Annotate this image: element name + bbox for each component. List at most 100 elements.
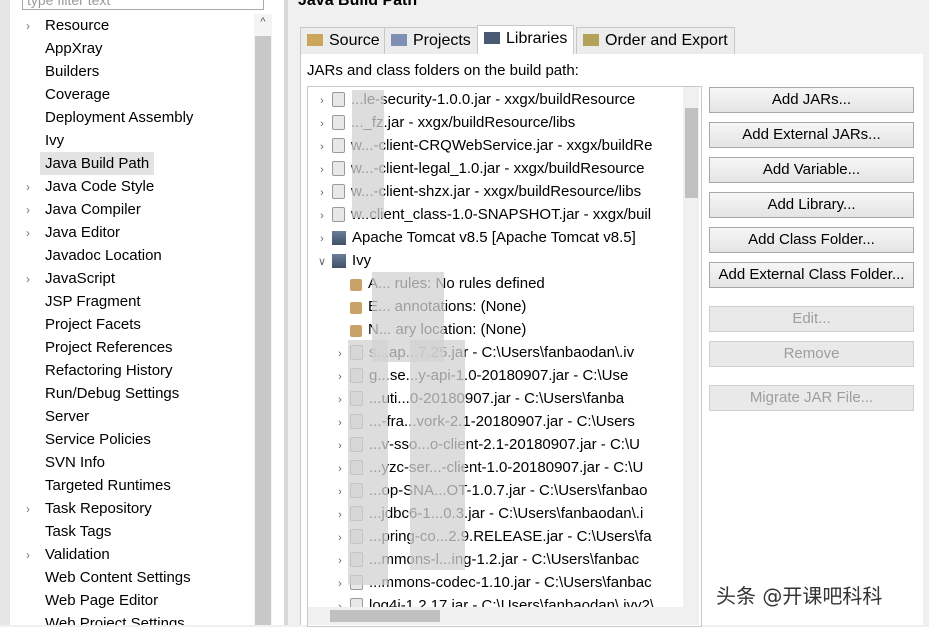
library-label: ...le-security-1.0.0.jar - xxgx/buildRes… <box>351 91 636 108</box>
tab-projects[interactable]: Projects <box>384 27 478 54</box>
chevron-right-icon[interactable]: › <box>332 527 348 550</box>
tree-item[interactable]: › Validation <box>26 543 115 566</box>
sash-divider[interactable] <box>284 0 288 625</box>
tree-item[interactable]: Web Project Settings <box>26 612 190 625</box>
chevron-right-icon[interactable]: › <box>26 222 40 245</box>
chevron-right-icon[interactable]: › <box>314 159 330 182</box>
tree-item[interactable]: › Java Code Style <box>26 175 159 198</box>
tree-item-label: JSP Fragment <box>45 293 141 310</box>
tree-item-label: JavaScript <box>45 270 116 287</box>
chevron-right-icon[interactable]: › <box>332 458 348 481</box>
tab-projects-label: Projects <box>413 32 471 49</box>
tree-item-label: Deployment Assembly <box>45 109 194 126</box>
tree-item[interactable]: Server <box>26 405 94 428</box>
tree-item[interactable]: Run/Debug Settings <box>26 382 184 405</box>
tree-item[interactable]: Javadoc Location <box>26 244 167 267</box>
tree-item-label: Web Page Editor <box>45 592 159 609</box>
tab-libraries-label: Libraries <box>506 30 568 47</box>
action-button[interactable]: Add External Class Folder... <box>709 262 914 288</box>
chevron-right-icon[interactable]: › <box>332 435 348 458</box>
projects-icon <box>391 34 407 46</box>
tree-item[interactable]: AppXray <box>26 37 108 60</box>
action-button[interactable]: Add JARs... <box>709 87 914 113</box>
tree-item-label: Resource <box>45 17 110 34</box>
chevron-right-icon[interactable]: › <box>26 15 40 38</box>
chevron-right-icon[interactable]: › <box>332 573 348 596</box>
chevron-right-icon[interactable]: › <box>314 90 330 113</box>
order-export-icon <box>583 34 599 46</box>
tree-item[interactable]: Project References <box>26 336 178 359</box>
tree-item[interactable]: Task Tags <box>26 520 116 543</box>
chevron-right-icon[interactable]: › <box>26 544 40 567</box>
tree-item[interactable]: Deployment Assembly <box>26 106 198 129</box>
left-edge <box>0 0 10 625</box>
tree-item[interactable]: Ivy <box>26 129 69 152</box>
chevron-right-icon[interactable]: › <box>26 176 40 199</box>
scroll-up-icon[interactable]: ^ <box>256 16 270 32</box>
chevron-right-icon[interactable]: › <box>26 268 40 291</box>
tree-item-label: Validation <box>45 546 110 563</box>
chevron-right-icon[interactable]: › <box>332 366 348 389</box>
tree-item[interactable]: › Task Repository <box>26 497 157 520</box>
jar-icon <box>332 207 345 222</box>
tree-item[interactable]: JSP Fragment <box>26 290 146 313</box>
chevron-right-icon[interactable]: › <box>314 136 330 159</box>
tree-item-label: SVN Info <box>45 454 106 471</box>
tree-item[interactable]: Web Page Editor <box>26 589 163 612</box>
action-button[interactable]: Remove <box>709 341 914 367</box>
chevron-right-icon[interactable]: › <box>26 199 40 222</box>
attr-icon <box>350 279 362 291</box>
library-label: g...se...y-api-1.0-20180907.jar - C:\Use <box>369 367 629 384</box>
chevron-right-icon[interactable]: › <box>314 205 330 228</box>
list-horizontal-thumb[interactable] <box>330 610 440 622</box>
chevron-right-icon[interactable]: › <box>332 343 348 366</box>
tree-item[interactable]: Java Build Path <box>26 152 155 175</box>
library-row[interactable]: › Apache Tomcat v8.5 [Apache Tomcat v8.5] <box>314 226 636 249</box>
tree-item[interactable]: Targeted Runtimes <box>26 474 176 497</box>
filter-input[interactable]: type filter text <box>22 0 264 10</box>
chevron-right-icon[interactable]: › <box>332 412 348 435</box>
chevron-right-icon[interactable]: › <box>332 504 348 527</box>
action-button[interactable]: Add Class Folder... <box>709 227 914 253</box>
tree-item-label: Ivy <box>45 132 65 149</box>
chevron-right-icon[interactable]: › <box>332 550 348 573</box>
chevron-down-icon[interactable]: ∨ <box>314 251 330 274</box>
preferences-tree-panel: type filter text › Resource AppXray Builder… <box>0 0 284 625</box>
action-button[interactable]: Add Variable... <box>709 157 914 183</box>
list-vertical-thumb[interactable] <box>685 108 698 198</box>
tab-order-export[interactable]: Order and Export <box>576 27 735 54</box>
tree-item-label: Task Tags <box>45 523 112 540</box>
tree-item[interactable]: SVN Info <box>26 451 110 474</box>
tree-item[interactable]: Service Policies <box>26 428 156 451</box>
tree-item-label: Task Repository <box>45 500 152 517</box>
redaction-blur <box>410 340 465 570</box>
tree-item[interactable]: › JavaScript <box>26 267 120 290</box>
chevron-right-icon[interactable]: › <box>314 113 330 136</box>
action-button[interactable]: Add Library... <box>709 192 914 218</box>
source-icon <box>307 34 323 46</box>
tree-scrollbar-thumb[interactable] <box>255 36 271 625</box>
lib-icon <box>332 231 346 245</box>
action-button[interactable]: Migrate JAR File... <box>709 385 914 411</box>
chevron-right-icon[interactable]: › <box>314 182 330 205</box>
tab-libraries[interactable]: Libraries <box>477 25 575 54</box>
chevron-right-icon[interactable]: › <box>26 498 40 521</box>
tab-source[interactable]: Source <box>300 27 387 54</box>
tree-item[interactable]: Project Facets <box>26 313 146 336</box>
tree-item[interactable]: › Java Editor <box>26 221 125 244</box>
library-row[interactable]: ∨ Ivy <box>314 249 371 272</box>
tree-item[interactable]: Builders <box>26 60 104 83</box>
library-label: w...-client-shzx.jar - xxgx/buildResourc… <box>351 183 642 200</box>
tree-item[interactable]: › Java Compiler <box>26 198 146 221</box>
chevron-right-icon[interactable]: › <box>332 481 348 504</box>
action-button[interactable]: Edit... <box>709 306 914 332</box>
action-button[interactable]: Add External JARs... <box>709 122 914 148</box>
tree-item[interactable]: › Resource <box>26 14 114 37</box>
chevron-right-icon[interactable]: › <box>314 228 330 251</box>
tree-item-label: Server <box>45 408 90 425</box>
tree-item[interactable]: Web Content Settings <box>26 566 196 589</box>
library-label: ...-fra...vork-2.1-20180907.jar - C:\Use… <box>369 413 635 430</box>
tree-item[interactable]: Refactoring History <box>26 359 178 382</box>
chevron-right-icon[interactable]: › <box>332 389 348 412</box>
tree-item[interactable]: Coverage <box>26 83 115 106</box>
